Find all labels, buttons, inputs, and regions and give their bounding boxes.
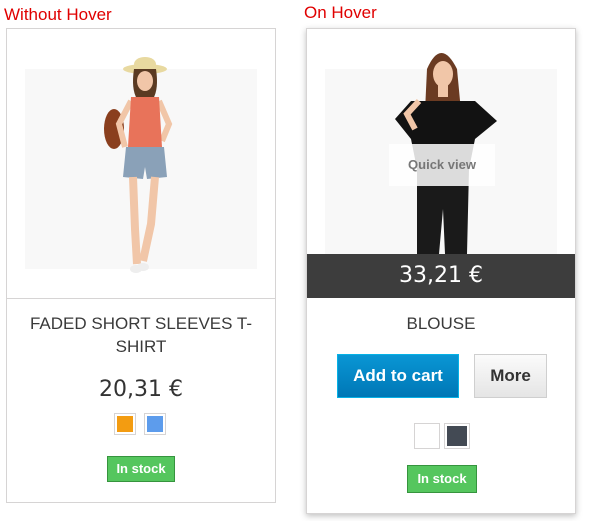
add-to-cart-button[interactable]: Add to cart — [337, 354, 459, 398]
in-stock-badge: In stock — [407, 465, 477, 493]
in-stock-badge: In stock — [107, 456, 175, 482]
color-swatch-dark-gray[interactable] — [444, 423, 470, 449]
color-swatch-blue[interactable] — [144, 413, 166, 435]
product-price: 20,31 € — [99, 377, 183, 402]
caption-without-hover: Without Hover — [4, 5, 112, 24]
product-title-line-2[interactable]: SHIRT — [7, 335, 275, 358]
caption-on-hover: On Hover — [304, 3, 377, 22]
product-title[interactable]: BLOUSE — [307, 312, 575, 335]
product-image-blouse[interactable]: Quick view 33,21 € — [307, 29, 575, 298]
more-button[interactable]: More — [474, 354, 547, 398]
hover-price-bar: 33,21 € — [307, 254, 575, 298]
product-title-line-1[interactable]: FADED SHORT SLEEVES T- — [7, 312, 275, 335]
product-card-blouse[interactable]: Quick view 33,21 € BLOUSE Add to cart Mo… — [306, 28, 576, 514]
product-card-faded-tshirt[interactable]: FADED SHORT SLEEVES T- SHIRT 20,31 € In … — [6, 28, 276, 503]
color-swatch-white[interactable] — [414, 423, 440, 449]
quick-view-button[interactable]: Quick view — [389, 144, 495, 186]
model-in-straw-hat-image — [104, 57, 173, 273]
product-image-faded-tshirt[interactable] — [7, 29, 275, 299]
color-swatch-orange[interactable] — [114, 413, 136, 435]
